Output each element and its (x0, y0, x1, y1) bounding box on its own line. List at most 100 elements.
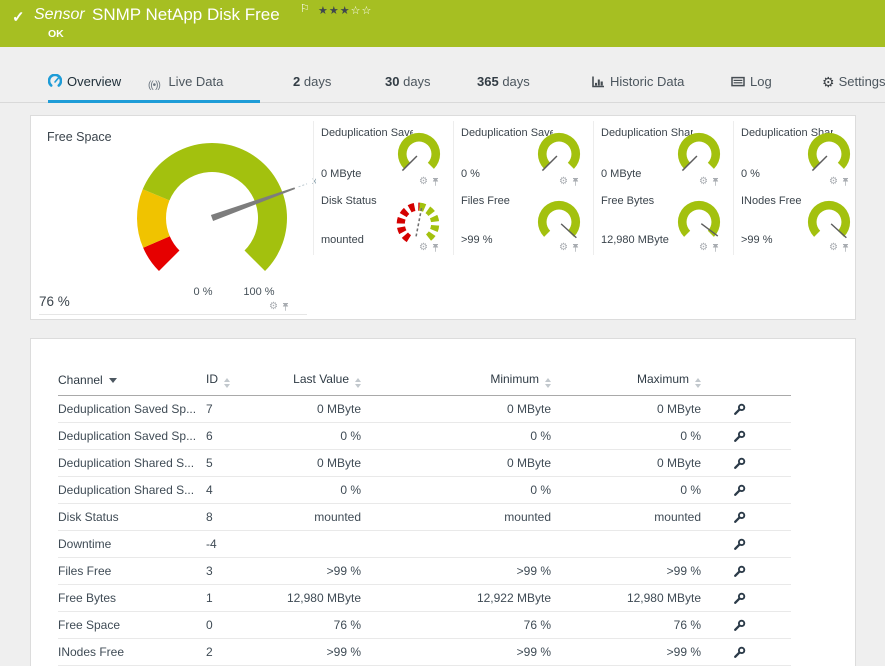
cell-minimum (361, 530, 551, 557)
sort-icon (224, 378, 230, 388)
log-icon (731, 75, 745, 88)
mini-gauge-cell[interactable]: Free Bytes 12,980 MByte ⚙ (593, 189, 725, 255)
table-row: Free Space076 %76 %76 % (58, 611, 791, 638)
cell-id: 7 (206, 395, 281, 422)
free-space-gauge[interactable]: x (116, 134, 316, 299)
mini-gauge-cell[interactable]: Deduplication Saved S... 0 MByte ⚙ (313, 121, 445, 189)
cell-maximum: >99 % (551, 638, 701, 665)
mini-gauge-cell[interactable]: Disk Status mounted ⚙ (313, 189, 445, 255)
table-row: Disk Status8mountedmountedmounted (58, 503, 791, 530)
pin-icon[interactable] (431, 177, 440, 187)
column-header-maximum[interactable]: Maximum (551, 365, 701, 395)
cell-id: 3 (206, 557, 281, 584)
tab-365-days[interactable]: 365 days (477, 74, 530, 89)
cell-actions (701, 611, 791, 638)
tab-2-days[interactable]: 2 days (293, 74, 331, 89)
priority-stars[interactable]: ★★★☆☆ (318, 4, 372, 17)
mini-gauge-cell[interactable]: Deduplication Shared ... 0 % ⚙ (733, 121, 855, 189)
gear-icon[interactable]: ⚙ (559, 177, 568, 187)
pin-icon[interactable] (571, 243, 580, 253)
cell-id: -4 (206, 530, 281, 557)
stars-filled[interactable]: ★★★ (318, 5, 351, 17)
pin-icon[interactable] (711, 243, 720, 253)
tab-overview[interactable]: Overview (48, 74, 121, 89)
cell-last-value: 0 % (281, 476, 361, 503)
mini-gauge-cell[interactable]: Deduplication Saved S... 0 % ⚙ (453, 121, 585, 189)
tab-settings[interactable]: ⚙Settings (822, 74, 885, 91)
cell-channel: Free Space (58, 611, 206, 638)
cell-channel: Deduplication Shared S... (58, 449, 206, 476)
cell-minimum: 0 MByte (361, 395, 551, 422)
tab-live-data[interactable]: ((•)) Live Data (148, 74, 223, 91)
cell-channel: INodes Free (58, 638, 206, 665)
wrench-icon[interactable] (733, 592, 746, 605)
gear-icon[interactable]: ⚙ (559, 243, 568, 253)
mini-gauge-cell[interactable]: Files Free >99 % ⚙ (453, 189, 585, 255)
cell-maximum (551, 530, 701, 557)
stars-empty[interactable]: ☆☆ (351, 5, 373, 17)
cell-channel: Deduplication Shared S... (58, 476, 206, 503)
cell-actions (701, 395, 791, 422)
column-header-id[interactable]: ID (206, 365, 281, 395)
table-header-row: Channel ID Last Value Minimum Maximum (58, 365, 791, 395)
cell-channel: Free Bytes (58, 584, 206, 611)
cell-minimum: 0 MByte (361, 449, 551, 476)
pin-icon[interactable] (841, 177, 850, 187)
wrench-icon[interactable] (733, 511, 746, 524)
wrench-icon[interactable] (733, 403, 746, 416)
cell-minimum: mounted (361, 503, 551, 530)
tab-30-days[interactable]: 30 days (385, 74, 431, 89)
sensor-header-bar: ✓ Sensor SNMP NetApp Disk Free ⚐ ★★★☆☆ O… (0, 0, 885, 47)
gear-icon[interactable]: ⚙ (829, 177, 838, 187)
tab-historic-data[interactable]: Historic Data (592, 74, 684, 89)
wrench-icon[interactable] (733, 457, 746, 470)
column-header-last-value[interactable]: Last Value (281, 365, 361, 395)
gear-icon[interactable]: ⚙ (419, 177, 428, 187)
cell-maximum: 0 MByte (551, 395, 701, 422)
cell-actions (701, 584, 791, 611)
table-row: Deduplication Saved Sp...70 MByte0 MByte… (58, 395, 791, 422)
gear-icon[interactable]: ⚙ (419, 243, 428, 253)
pin-icon[interactable] (431, 243, 440, 253)
column-header-minimum[interactable]: Minimum (361, 365, 551, 395)
priority-flag-icon[interactable]: ⚐ (300, 2, 310, 15)
wrench-icon[interactable] (733, 619, 746, 632)
pin-icon[interactable] (711, 177, 720, 187)
pin-icon[interactable] (841, 243, 850, 253)
sort-icon (545, 378, 551, 388)
wrench-icon[interactable] (733, 484, 746, 497)
mini-gauge (806, 130, 852, 176)
cell-last-value: mounted (281, 503, 361, 530)
cell-channel: Files Free (58, 557, 206, 584)
table-row: Deduplication Shared S...40 %0 %0 % (58, 476, 791, 503)
mini-gauge-cell[interactable]: INodes Free >99 % ⚙ (733, 189, 855, 255)
column-header-channel[interactable]: Channel (58, 365, 206, 395)
sort-icon (695, 378, 701, 388)
gear-icon[interactable]: ⚙ (269, 302, 278, 312)
wrench-icon[interactable] (733, 646, 746, 659)
gear-icon[interactable]: ⚙ (699, 243, 708, 253)
table-row: Downtime-4 (58, 530, 791, 557)
cell-maximum: 0 % (551, 476, 701, 503)
status-badge: OK (48, 28, 64, 40)
cell-id: 5 (206, 449, 281, 476)
tab-log[interactable]: Log (731, 74, 772, 89)
pin-icon[interactable] (571, 177, 580, 187)
cell-minimum: 12,922 MByte (361, 584, 551, 611)
channels-table: Channel ID Last Value Minimum Maximum De… (58, 365, 791, 666)
gauge-cell-actions: ⚙ (269, 302, 290, 312)
wrench-icon[interactable] (733, 430, 746, 443)
cell-minimum: 0 % (361, 476, 551, 503)
sort-desc-icon (109, 378, 117, 383)
mini-gauge-cell[interactable]: Deduplication Shared ... 0 MByte ⚙ (593, 121, 725, 189)
column-header-actions (701, 365, 791, 395)
pin-icon[interactable] (281, 302, 290, 312)
wrench-icon[interactable] (733, 538, 746, 551)
cell-last-value: 12,980 MByte (281, 584, 361, 611)
gear-icon[interactable]: ⚙ (829, 243, 838, 253)
wrench-icon[interactable] (733, 565, 746, 578)
mini-gauge-value: >99 % (741, 234, 773, 246)
status-check-icon: ✓ (12, 8, 25, 26)
gear-icon[interactable]: ⚙ (699, 177, 708, 187)
mini-gauge (806, 198, 852, 244)
